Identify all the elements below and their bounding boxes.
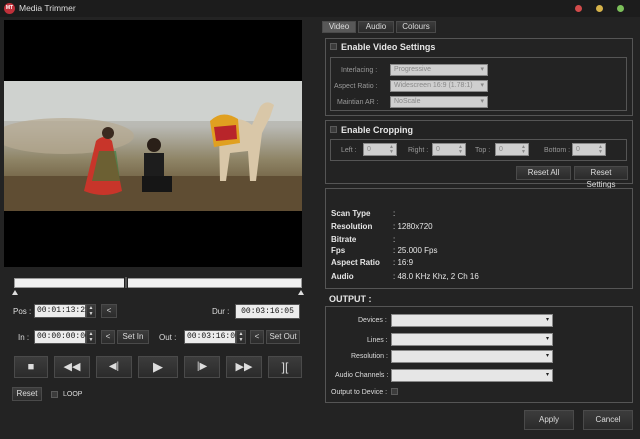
info-value-bitrate: : bbox=[393, 235, 396, 244]
step-forward-icon[interactable]: |▶ bbox=[184, 356, 220, 378]
close-icon[interactable] bbox=[575, 5, 582, 12]
reset-all-button[interactable]: Reset All bbox=[516, 166, 571, 180]
resolution-select[interactable]: ▾ bbox=[391, 350, 553, 363]
enable-cropping-checkbox[interactable] bbox=[330, 126, 337, 133]
cancel-button[interactable]: Cancel bbox=[583, 410, 633, 430]
pos-go-button[interactable]: < bbox=[101, 304, 117, 318]
fast-forward-icon[interactable]: ▶▶ bbox=[226, 356, 262, 378]
in-field[interactable]: 00:00:00:00 bbox=[34, 330, 90, 344]
video-scene-image bbox=[4, 81, 302, 211]
output-to-device-checkbox[interactable] bbox=[391, 388, 398, 395]
info-key-resolution: Resolution bbox=[331, 222, 373, 231]
title-bar bbox=[0, 0, 640, 17]
interlacing-select[interactable]: Progressive ▾ bbox=[390, 64, 488, 76]
crop-top-field[interactable]: 0 ▲ ▼ bbox=[495, 143, 529, 156]
crop-left-label: Left : bbox=[341, 147, 357, 154]
output-title: OUTPUT : bbox=[329, 294, 372, 304]
devices-label: Devices : bbox=[358, 317, 387, 324]
info-key-bitrate: Bitrate bbox=[331, 235, 357, 244]
video-settings-title: Enable Video Settings bbox=[341, 42, 436, 52]
output-to-device-label: Output to Device : bbox=[331, 389, 388, 396]
info-key-aspect-ratio: Aspect Ratio bbox=[331, 258, 380, 267]
lines-select[interactable]: ▾ bbox=[391, 333, 553, 346]
reset-settings-button[interactable]: Reset Settings bbox=[574, 166, 628, 189]
out-marker-icon[interactable] bbox=[298, 290, 304, 295]
loop-label: LOOP bbox=[63, 391, 83, 398]
trim-icon[interactable]: ][ bbox=[268, 356, 302, 378]
maintain-ar-select[interactable]: NoScale ▾ bbox=[390, 96, 488, 108]
in-spinner[interactable]: ▲ ▼ bbox=[86, 330, 96, 344]
out-spinner[interactable]: ▲ ▼ bbox=[236, 330, 246, 344]
app-icon: MT bbox=[4, 3, 15, 14]
out-label: Out : bbox=[159, 333, 177, 342]
reset-button[interactable]: Reset bbox=[12, 387, 42, 401]
crop-bottom-label: Bottom : bbox=[544, 147, 571, 154]
rewind-icon[interactable]: ◀◀ bbox=[54, 356, 90, 378]
audio-channels-label: Audio Channels : bbox=[335, 372, 389, 379]
info-value-resolution: : 1280x720 bbox=[393, 222, 433, 231]
pos-field[interactable]: 00:01:13:21 bbox=[34, 304, 90, 318]
tab-colours[interactable]: Colours bbox=[396, 21, 436, 33]
crop-right-label: Right : bbox=[408, 147, 429, 154]
pos-label: Pos : bbox=[13, 307, 32, 316]
aspect-ratio-select[interactable]: Widescreen 16:9 (1.78:1) ▾ bbox=[390, 80, 488, 92]
info-key-fps: Fps bbox=[331, 246, 346, 255]
resolution-label: Resolution : bbox=[351, 353, 388, 360]
in-label: In : bbox=[18, 333, 30, 342]
window-title: Media Trimmer bbox=[19, 3, 76, 13]
info-key-scan-type: Scan Type bbox=[331, 209, 371, 218]
media-info-panel bbox=[325, 188, 633, 289]
out-field[interactable]: 00:03:16:05 bbox=[184, 330, 240, 344]
in-go-button[interactable]: < bbox=[101, 330, 115, 344]
minimize-icon[interactable] bbox=[596, 5, 603, 12]
set-in-button[interactable]: Set In bbox=[117, 330, 149, 344]
info-value-audio: : 48.0 KHz Khz, 2 Ch 16 bbox=[393, 272, 479, 281]
in-marker-icon[interactable] bbox=[12, 290, 18, 295]
interlacing-label: Interlacing : bbox=[341, 67, 378, 74]
maximize-icon[interactable] bbox=[617, 5, 624, 12]
tab-video[interactable]: Video bbox=[322, 21, 356, 33]
audio-channels-select[interactable]: ▾ bbox=[391, 369, 553, 382]
maintain-ar-label: Maintian AR : bbox=[337, 99, 379, 106]
info-value-scan-type: : bbox=[393, 209, 396, 218]
info-key-audio: Audio bbox=[331, 272, 354, 281]
out-go-button[interactable]: < bbox=[250, 330, 264, 344]
lines-label: Lines : bbox=[367, 337, 388, 344]
stop-icon[interactable]: ■ bbox=[14, 356, 48, 378]
video-frame bbox=[4, 81, 302, 211]
cropping-title: Enable Cropping bbox=[341, 125, 413, 135]
enable-video-settings-checkbox[interactable] bbox=[330, 43, 337, 50]
dur-label: Dur : bbox=[212, 307, 230, 316]
info-value-fps: : 25.000 Fps bbox=[393, 246, 438, 255]
step-back-icon[interactable]: ◀| bbox=[96, 356, 132, 378]
duration-field: 00:03:16:05 bbox=[235, 304, 300, 319]
crop-left-field[interactable]: 0 ▲ ▼ bbox=[363, 143, 397, 156]
crop-top-label: Top : bbox=[475, 147, 491, 154]
crop-bottom-field[interactable]: 0 ▲ ▼ bbox=[572, 143, 606, 156]
play-icon[interactable]: ▶ bbox=[138, 356, 178, 378]
set-out-button[interactable]: Set Out bbox=[266, 330, 300, 344]
pos-spinner[interactable]: ▲ ▼ bbox=[86, 304, 96, 318]
tab-audio[interactable]: Audio bbox=[358, 21, 394, 33]
loop-checkbox[interactable] bbox=[51, 391, 58, 398]
devices-select[interactable]: ▾ bbox=[391, 314, 553, 327]
info-value-aspect-ratio: : 16:9 bbox=[393, 258, 414, 267]
timeline-playhead[interactable] bbox=[124, 276, 129, 289]
timeline-track[interactable] bbox=[14, 278, 302, 288]
apply-button[interactable]: Apply bbox=[524, 410, 574, 430]
crop-right-field[interactable]: 0 ▲ ▼ bbox=[432, 143, 466, 156]
aspect-ratio-label: Aspect Ratio : bbox=[334, 83, 378, 90]
